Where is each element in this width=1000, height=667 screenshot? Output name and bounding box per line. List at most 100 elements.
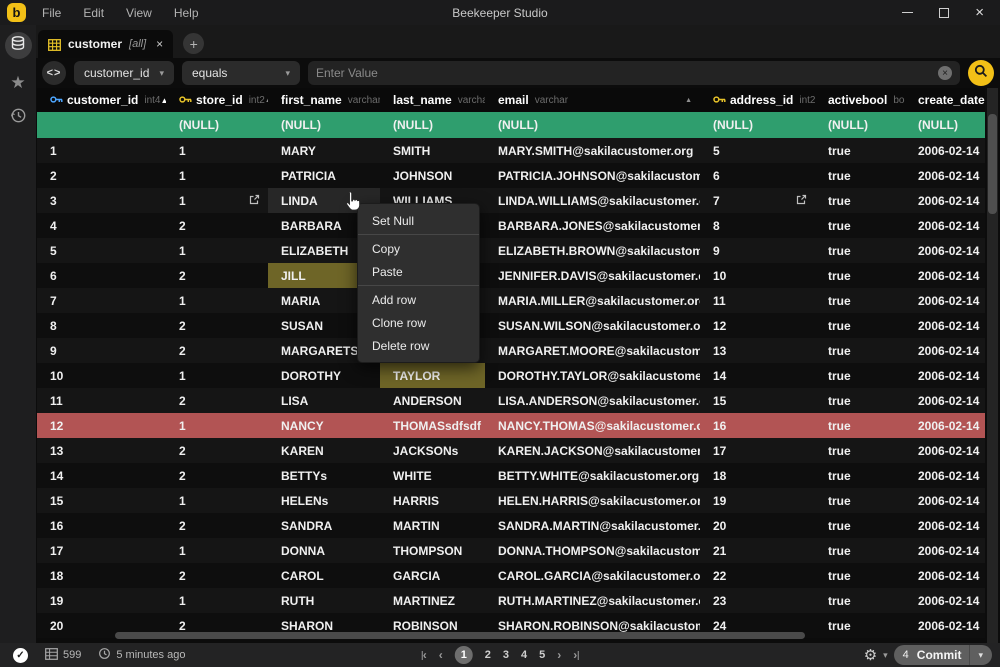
cell-customer_id[interactable]: 3: [37, 188, 166, 213]
cell-activebool[interactable]: true: [815, 413, 905, 438]
table-row[interactable]: 162SANDRAMARTINSANDRA.MARTIN@sakilacusto…: [37, 513, 985, 538]
cell-store_id[interactable]: 2: [166, 438, 268, 463]
page-4[interactable]: 4: [521, 649, 527, 661]
cell-address_id[interactable]: 8: [700, 213, 815, 238]
cell-email[interactable]: RUTH.MARTINEZ@sakilacustomer.org: [485, 588, 700, 613]
table-row[interactable]: 71MARIAMILLERMARIA.MILLER@sakilacustomer…: [37, 288, 985, 313]
menu-item-delete-row[interactable]: Delete row: [358, 334, 479, 357]
maximize-icon[interactable]: [939, 8, 949, 18]
cell-first_name[interactable]: CAROL: [268, 563, 380, 588]
cell-customer_id[interactable]: 15: [37, 488, 166, 513]
menu-file[interactable]: File: [42, 6, 61, 20]
chevron-down-icon[interactable]: ▾: [978, 650, 983, 661]
cell-customer_id[interactable]: 7: [37, 288, 166, 313]
cell-store_id[interactable]: 1: [166, 238, 268, 263]
cell-customer_id[interactable]: 2: [37, 163, 166, 188]
column-header-email[interactable]: emailvarchar▲: [485, 88, 700, 112]
cell-address_id[interactable]: 7: [700, 188, 815, 213]
column-header-address_id[interactable]: address_idint2▲: [700, 88, 815, 112]
cell-address_id[interactable]: 19: [700, 488, 815, 513]
cell-first_name[interactable]: DOROTHY: [268, 363, 380, 388]
cell-address_id[interactable]: 20: [700, 513, 815, 538]
menu-item-clone-row[interactable]: Clone row: [358, 311, 479, 334]
table-row[interactable]: 191RUTHMARTINEZRUTH.MARTINEZ@sakilacusto…: [37, 588, 985, 613]
tab-close-icon[interactable]: ×: [156, 37, 163, 51]
cell-activebool[interactable]: true: [815, 438, 905, 463]
clear-icon[interactable]: ×: [938, 66, 952, 80]
cell-create_date[interactable]: 2006-02-14: [905, 313, 985, 338]
cell-customer_id[interactable]: 10: [37, 363, 166, 388]
cell-create_date[interactable]: 2006-02-14: [905, 463, 985, 488]
cell-activebool[interactable]: true: [815, 538, 905, 563]
table-row[interactable]: 21PATRICIAJOHNSONPATRICIA.JOHNSON@sakila…: [37, 163, 985, 188]
cell-address_id[interactable]: 12: [700, 313, 815, 338]
vertical-scrollbar-thumb[interactable]: [988, 114, 997, 214]
cell-email[interactable]: ELIZABETH.BROWN@sakilacustomer.org: [485, 238, 700, 263]
cell-activebool[interactable]: true: [815, 313, 905, 338]
cell-email[interactable]: JENNIFER.DAVIS@sakilacustomer.org: [485, 263, 700, 288]
cell-last_name[interactable]: (NULL): [380, 112, 485, 138]
column-header-first_name[interactable]: first_namevarchar▲: [268, 88, 380, 112]
cell-email[interactable]: NANCY.THOMAS@sakilacustomer.org: [485, 413, 700, 438]
sidebar-item-tables[interactable]: [5, 32, 32, 59]
prev-page-icon[interactable]: ‹: [439, 648, 443, 662]
sidebar-item-favorites[interactable]: ★: [10, 73, 25, 93]
cell-customer_id[interactable]: 16: [37, 513, 166, 538]
cell-last_name[interactable]: HARRIS: [380, 488, 485, 513]
table-row[interactable]: 121NANCYTHOMASsdfsdfNANCY.THOMAS@sakilac…: [37, 413, 985, 438]
menu-item-add-row[interactable]: Add row: [358, 288, 479, 311]
table-row[interactable]: 112LISAANDERSONLISA.ANDERSON@sakilacusto…: [37, 388, 985, 413]
table-row[interactable]: 31LINDAWILLIAMSLINDA.WILLIAMS@sakilacust…: [37, 188, 985, 213]
commit-button[interactable]: 4 Commit ▾: [894, 645, 992, 665]
cell-address_id[interactable]: (NULL): [700, 112, 815, 138]
cell-email[interactable]: HELEN.HARRIS@sakilacustomer.org: [485, 488, 700, 513]
cell-create_date[interactable]: 2006-02-14: [905, 288, 985, 313]
expand-cell-icon[interactable]: [796, 194, 807, 208]
cell-email[interactable]: (NULL): [485, 112, 700, 138]
cell-store_id[interactable]: 2: [166, 388, 268, 413]
cell-customer_id[interactable]: 1: [37, 138, 166, 163]
pending-insert-row[interactable]: (NULL)(NULL)(NULL)(NULL)(NULL)(NULL)(NUL…: [37, 112, 985, 138]
menu-edit[interactable]: Edit: [83, 6, 104, 20]
cell-activebool[interactable]: true: [815, 363, 905, 388]
cell-store_id[interactable]: 2: [166, 263, 268, 288]
cell-customer_id[interactable]: [37, 112, 166, 138]
horizontal-scrollbar-thumb[interactable]: [115, 632, 805, 639]
page-2[interactable]: 2: [485, 649, 491, 661]
cell-create_date[interactable]: 2006-02-14: [905, 388, 985, 413]
cell-first_name[interactable]: (NULL): [268, 112, 380, 138]
table-row[interactable]: 92MARGARETSsMOORESMARGARET.MOORE@sakilac…: [37, 338, 985, 363]
table-row[interactable]: 132KARENJACKSONsKAREN.JACKSON@sakilacust…: [37, 438, 985, 463]
cell-address_id[interactable]: 5: [700, 138, 815, 163]
cell-email[interactable]: MARIA.MILLER@sakilacustomer.org: [485, 288, 700, 313]
table-row[interactable]: 82SUSANWILSONSUSAN.WILSON@sakilacustomer…: [37, 313, 985, 338]
cell-last_name[interactable]: GARCIA: [380, 563, 485, 588]
column-header-store_id[interactable]: store_idint2▲: [166, 88, 268, 112]
search-button[interactable]: [968, 60, 994, 86]
last-page-icon[interactable]: ›: [573, 648, 578, 662]
cell-address_id[interactable]: 6: [700, 163, 815, 188]
cell-address_id[interactable]: 13: [700, 338, 815, 363]
filter-operator-select[interactable]: equals ▾: [182, 61, 300, 85]
cell-store_id[interactable]: 1: [166, 488, 268, 513]
cell-last_name[interactable]: MARTIN: [380, 513, 485, 538]
cell-store_id[interactable]: 1: [166, 163, 268, 188]
cell-create_date[interactable]: 2006-02-14: [905, 188, 985, 213]
cell-email[interactable]: DONNA.THOMPSON@sakilacustomer.org: [485, 538, 700, 563]
cell-customer_id[interactable]: 12: [37, 413, 166, 438]
cell-customer_id[interactable]: 9: [37, 338, 166, 363]
cell-first_name[interactable]: KAREN: [268, 438, 380, 463]
cell-first_name[interactable]: DONNA: [268, 538, 380, 563]
cell-activebool[interactable]: true: [815, 563, 905, 588]
cell-address_id[interactable]: 17: [700, 438, 815, 463]
cell-first_name[interactable]: PATRICIA: [268, 163, 380, 188]
cell-first_name[interactable]: RUTH: [268, 588, 380, 613]
table-row[interactable]: 101DOROTHYTAYLORDOROTHY.TAYLOR@sakilacus…: [37, 363, 985, 388]
cell-activebool[interactable]: true: [815, 238, 905, 263]
cell-last_name[interactable]: JACKSONs: [380, 438, 485, 463]
new-tab-button[interactable]: +: [183, 33, 204, 54]
cell-address_id[interactable]: 14: [700, 363, 815, 388]
cell-address_id[interactable]: 10: [700, 263, 815, 288]
table-row[interactable]: 142BETTYsWHITEBETTY.WHITE@sakilacustomer…: [37, 463, 985, 488]
cell-email[interactable]: LINDA.WILLIAMS@sakilacustomer.org: [485, 188, 700, 213]
